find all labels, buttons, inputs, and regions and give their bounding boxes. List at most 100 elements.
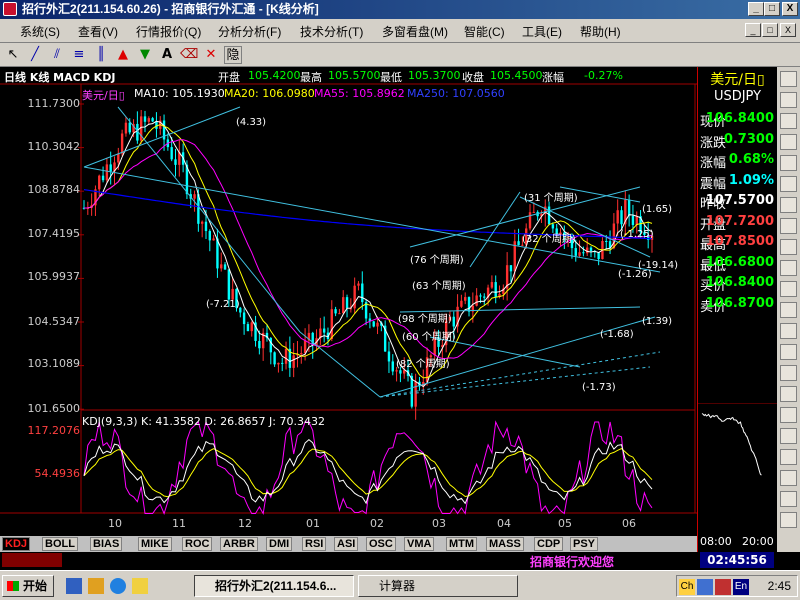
refresh-icon[interactable] — [780, 92, 797, 108]
text-icon[interactable]: A — [158, 46, 176, 64]
tab-bias[interactable]: BIAS — [90, 537, 123, 551]
tab-asi[interactable]: ASI — [334, 537, 359, 551]
menu-analysis[interactable]: 分析分析(F) — [218, 23, 281, 40]
close-value: 105.4500 — [490, 69, 543, 82]
ie-icon[interactable] — [110, 578, 126, 594]
window-icon[interactable] — [780, 386, 797, 402]
menu-view[interactable]: 查看(V) — [78, 23, 118, 40]
delete-icon[interactable]: ✕ — [202, 46, 220, 64]
tab-osc[interactable]: OSC — [366, 537, 396, 551]
price-tick: 107.4195 — [27, 227, 81, 240]
eraser-icon[interactable]: ⌫ — [180, 46, 198, 64]
trendline-annotation: (-1.68) — [600, 329, 634, 340]
task-fx-app[interactable]: 招行外汇2(211.154.6... — [194, 575, 354, 597]
folder-icon[interactable] — [88, 578, 104, 594]
tab-vma[interactable]: VMA — [404, 537, 435, 551]
menu-quotes[interactable]: 行情报价(Q) — [136, 23, 201, 40]
candle-body — [627, 199, 631, 216]
mdi-minimize-button[interactable]: _ — [745, 23, 761, 37]
task-calculator[interactable]: 计算器 — [358, 575, 518, 597]
line-icon[interactable]: ╱ — [26, 46, 44, 64]
ch-icon[interactable]: Ch — [679, 579, 695, 595]
zoom-out-icon[interactable] — [780, 176, 797, 192]
cycle-annotation: (98 个周期) — [398, 314, 452, 325]
candle-body — [193, 194, 196, 199]
menu-help[interactable]: 帮助(H) — [580, 23, 621, 40]
candle-body — [147, 118, 151, 122]
quote-label: 涨幅 — [700, 156, 727, 171]
list-icon[interactable] — [780, 197, 797, 213]
cursor-icon[interactable]: ↖ — [4, 46, 22, 64]
menu-tools[interactable]: 工具(E) — [522, 23, 562, 40]
maximize-button[interactable]: □ — [764, 2, 780, 16]
candle-body — [460, 300, 463, 307]
kline-chart[interactable]: 日线 K线 MACD KDJ 开盘 105.4200 最高 105.5700 最… — [0, 67, 800, 536]
month-tick: 05 — [558, 517, 572, 530]
tab-mike[interactable]: MIKE — [138, 537, 172, 551]
hide-icon[interactable]: 隐 — [224, 46, 242, 64]
tab-mtm[interactable]: MTM — [446, 537, 478, 551]
help-icon[interactable] — [780, 512, 797, 528]
lock-icon[interactable] — [780, 470, 797, 486]
candle-body — [151, 118, 154, 122]
desktop-icon[interactable] — [66, 578, 82, 594]
export-icon[interactable] — [780, 344, 797, 360]
print-icon[interactable] — [780, 323, 797, 339]
tab-kdj[interactable]: KDJ — [2, 537, 31, 551]
layout-icon[interactable] — [780, 407, 797, 423]
trendline-annotation: (-1.73) — [582, 382, 616, 393]
tab-roc[interactable]: ROC — [182, 537, 213, 551]
tab-cdp[interactable]: CDP — [534, 537, 564, 551]
menu-system[interactable]: 系统(S) — [20, 23, 60, 40]
star-icon[interactable] — [780, 491, 797, 507]
intraday-time-start: 08:00 — [700, 535, 732, 548]
candle-body — [155, 121, 158, 129]
news-icon[interactable] — [780, 239, 797, 255]
ie-icon[interactable] — [697, 579, 713, 595]
status-bar: 招商银行欢迎您 02:45:56 — [0, 552, 800, 569]
candle-body — [574, 248, 577, 256]
tab-mass[interactable]: MASS — [486, 537, 524, 551]
fib-icon[interactable]: ≡ — [70, 46, 88, 64]
trendline-annotation: (1.39) — [642, 316, 673, 327]
settings-icon[interactable] — [780, 365, 797, 381]
tab-rsi[interactable]: RSI — [302, 537, 327, 551]
price-tick: 111.7300 — [27, 97, 81, 110]
lang-icon[interactable]: En — [733, 579, 749, 595]
tool-icon[interactable] — [780, 449, 797, 465]
menu-technical[interactable]: 技术分析(T) — [300, 23, 363, 40]
quote-value: 0.7300 — [723, 131, 774, 147]
mdi-close-button[interactable]: X — [780, 23, 796, 37]
calc-icon[interactable] — [780, 302, 797, 318]
alert-icon[interactable] — [780, 281, 797, 297]
f10-icon[interactable] — [780, 260, 797, 276]
candle-body — [277, 362, 280, 365]
up-arrow-icon[interactable]: ▲ — [114, 46, 132, 64]
tab-boll[interactable]: BOLL — [42, 537, 78, 551]
parallel-icon[interactable]: ⫽ — [48, 46, 66, 64]
grid-icon[interactable] — [780, 134, 797, 150]
price-tick: 108.8784 — [27, 183, 81, 196]
down-arrow-icon[interactable]: ▼ — [136, 46, 154, 64]
sound-icon[interactable] — [715, 579, 731, 595]
menu-multiwindow[interactable]: 多窗看盘(M) — [382, 23, 448, 40]
mdi-restore-button[interactable]: □ — [762, 23, 778, 37]
pin-icon[interactable] — [780, 71, 797, 87]
month-tick: 12 — [238, 517, 252, 530]
start-button[interactable]: 开始 — [2, 575, 54, 597]
zoom-in-icon[interactable] — [780, 155, 797, 171]
tab-arbr[interactable]: ARBR — [220, 537, 258, 551]
minimize-button[interactable]: _ — [748, 2, 764, 16]
info-icon[interactable] — [780, 428, 797, 444]
tab-dmi[interactable]: DMI — [266, 537, 293, 551]
detail-icon[interactable] — [780, 218, 797, 234]
cycle-icon[interactable]: ║ — [92, 46, 110, 64]
close-button[interactable]: X — [782, 2, 798, 16]
chart-icon[interactable] — [780, 113, 797, 129]
low-value: 105.3700 — [408, 69, 461, 82]
tab-psy[interactable]: PSY — [570, 537, 599, 551]
warning-icon[interactable] — [132, 578, 148, 594]
ma55-line — [83, 139, 653, 360]
menu-smart[interactable]: 智能(C) — [464, 23, 505, 40]
chart-canvas[interactable] — [0, 67, 697, 536]
